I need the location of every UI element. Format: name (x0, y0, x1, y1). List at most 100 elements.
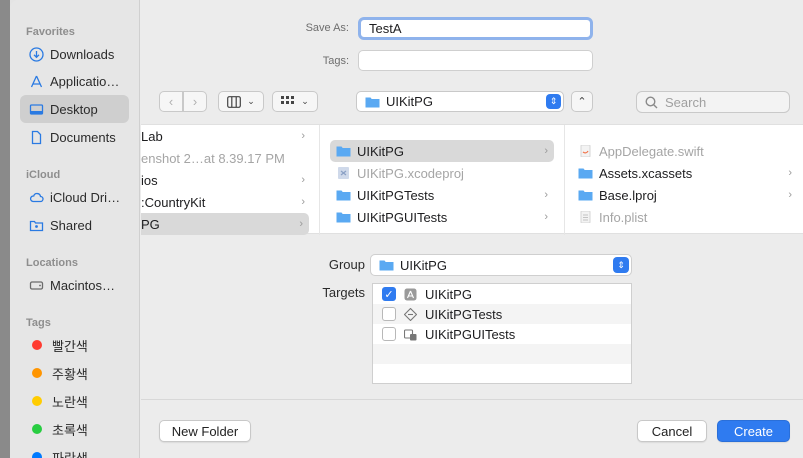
forward-button[interactable]: › (183, 91, 207, 112)
sidebar-section-locations: Locations (26, 257, 78, 269)
sidebar-item-tag-green[interactable]: 초록색 (20, 415, 129, 443)
sidebar-section-favorites: Favorites (26, 26, 75, 38)
tags-label: Tags: (322, 55, 349, 67)
sidebar-item-icloud-drive[interactable]: iCloud Dri… (20, 183, 129, 211)
item-label: UIKitPGUITests (357, 209, 448, 225)
tag-color-dot (32, 452, 42, 458)
folder-icon (365, 97, 380, 107)
item-label: PG (141, 216, 160, 232)
sidebar-item-label: 파란색 (52, 450, 88, 458)
list-item[interactable]: Lab › (141, 125, 311, 147)
plist-file-icon (580, 211, 591, 223)
new-folder-button[interactable]: New Folder (159, 420, 251, 442)
cancel-button[interactable]: Cancel (637, 420, 707, 442)
sidebar-item-label: 주황색 (52, 366, 88, 382)
target-label: UIKitPGUITests (425, 326, 516, 342)
list-item[interactable]: AppDelegate.swift (578, 140, 798, 162)
item-label: Info.plist (599, 209, 648, 225)
folder-icon (336, 190, 351, 201)
chevron-right-icon: › (192, 94, 198, 109)
folder-icon (336, 212, 351, 223)
group-label: Group (328, 257, 365, 272)
item-label: Assets.xcassets (599, 165, 693, 181)
item-label: Lab (141, 128, 163, 144)
document-icon (29, 130, 44, 145)
desktop-icon (29, 102, 44, 117)
list-item[interactable]: ios › (141, 169, 311, 191)
sidebar-item-label: iCloud Dri… (50, 189, 121, 205)
sidebar-item-label: Downloads (50, 46, 115, 62)
chevron-right-icon: › (544, 145, 548, 157)
sidebar-item-label: Macintos… (50, 277, 116, 293)
chevron-up-icon: ⌃ (577, 96, 587, 108)
chevron-right-icon: › (788, 167, 792, 179)
target-label: UIKitPG (425, 286, 472, 302)
sidebar-item-macintosh-hd[interactable]: Macintos… (20, 271, 129, 299)
sidebar-item-tag-red[interactable]: 빨간색 (20, 331, 129, 359)
chevron-left-icon: ‹ (168, 94, 174, 109)
list-item[interactable]: UIKitPGTests › (330, 184, 554, 206)
item-label: UIKitPG (357, 143, 404, 159)
save-as-label: Save As: (305, 22, 349, 34)
location-popup[interactable]: UIKitPG ⇕ (356, 91, 564, 112)
item-label: AppDelegate.swift (599, 143, 704, 159)
sidebar-item-shared[interactable]: Shared (20, 211, 129, 239)
app-target-icon (404, 288, 417, 300)
sidebar-item-label: Applicatio… (50, 73, 120, 89)
sidebar-item-desktop[interactable]: Desktop (20, 95, 129, 123)
sidebar-item-downloads[interactable]: Downloads (20, 40, 129, 68)
list-item[interactable]: UIKitPG.xcodeproj (330, 162, 554, 184)
browser-column-2: UIKitPG › UIKitPG.xcodeproj UIKitPGTests ›… (321, 125, 565, 235)
list-item[interactable]: :CountryKit › (141, 191, 311, 213)
list-item[interactable]: Info.plist (578, 206, 798, 228)
tags-input[interactable] (358, 50, 593, 71)
list-item-selected[interactable]: PG › (141, 213, 309, 235)
item-label: UIKitPG.xcodeproj (357, 165, 464, 181)
save-as-value: TestA (369, 21, 402, 36)
chevron-right-icon: › (544, 189, 548, 201)
target-row[interactable]: UIKitPGTests (373, 304, 631, 324)
footer-divider (141, 399, 803, 400)
target-row[interactable]: ✓ UIKitPG (373, 284, 631, 304)
folder-icon (336, 146, 351, 157)
chevron-right-icon: › (301, 174, 305, 186)
grid-icon (281, 95, 295, 104)
popup-stepper-icon: ⇕ (613, 257, 629, 273)
download-icon (29, 46, 44, 62)
target-row[interactable]: UIKitPGUITests (373, 324, 631, 344)
expand-collapse-button[interactable]: ⌃ (571, 91, 593, 112)
target-checkbox[interactable] (382, 327, 396, 341)
sidebar-item-label: Documents (50, 129, 116, 145)
group-popup[interactable]: UIKitPG ⇕ (370, 254, 632, 276)
browser-column-3: AppDelegate.swift Assets.xcassets › Base.… (566, 125, 803, 235)
list-item[interactable]: Assets.xcassets › (578, 162, 798, 184)
applications-icon (29, 74, 44, 89)
list-item[interactable]: Base.lproj › (578, 184, 798, 206)
item-label: enshot 2…at 8.39.17 PM (141, 150, 285, 166)
sidebar-section-tags: Tags (26, 317, 51, 329)
swift-file-icon (580, 145, 591, 157)
sidebar-item-applications[interactable]: Applicatio… (20, 67, 129, 95)
list-item-selected[interactable]: UIKitPG › (330, 140, 554, 162)
view-mode-button[interactable]: ⌄ (218, 91, 264, 112)
create-button[interactable]: Create (717, 420, 790, 442)
sidebar-item-tag-yellow[interactable]: 노란색 (20, 387, 129, 415)
search-field[interactable]: Search (636, 91, 790, 113)
target-checkbox[interactable] (382, 307, 396, 321)
shared-folder-icon (29, 218, 44, 233)
sidebar-item-tag-blue[interactable]: 파란색 (20, 443, 129, 458)
chevron-right-icon: › (788, 189, 792, 201)
sidebar-item-documents[interactable]: Documents (20, 123, 129, 151)
sidebar-item-tag-orange[interactable]: 주황색 (20, 359, 129, 387)
group-by-button[interactable]: ⌄ (272, 91, 318, 112)
target-checkbox[interactable]: ✓ (382, 287, 396, 301)
list-item[interactable]: enshot 2…at 8.39.17 PM (141, 147, 311, 169)
folder-icon (578, 190, 593, 201)
sidebar-item-label: 노란색 (52, 394, 88, 410)
list-item[interactable]: UIKitPGUITests › (330, 206, 554, 228)
tag-color-dot (32, 396, 42, 406)
item-label: UIKitPGTests (357, 187, 435, 203)
back-button[interactable]: ‹ (159, 91, 183, 112)
save-as-input[interactable]: TestA (358, 17, 593, 40)
search-placeholder: Search (665, 94, 707, 110)
